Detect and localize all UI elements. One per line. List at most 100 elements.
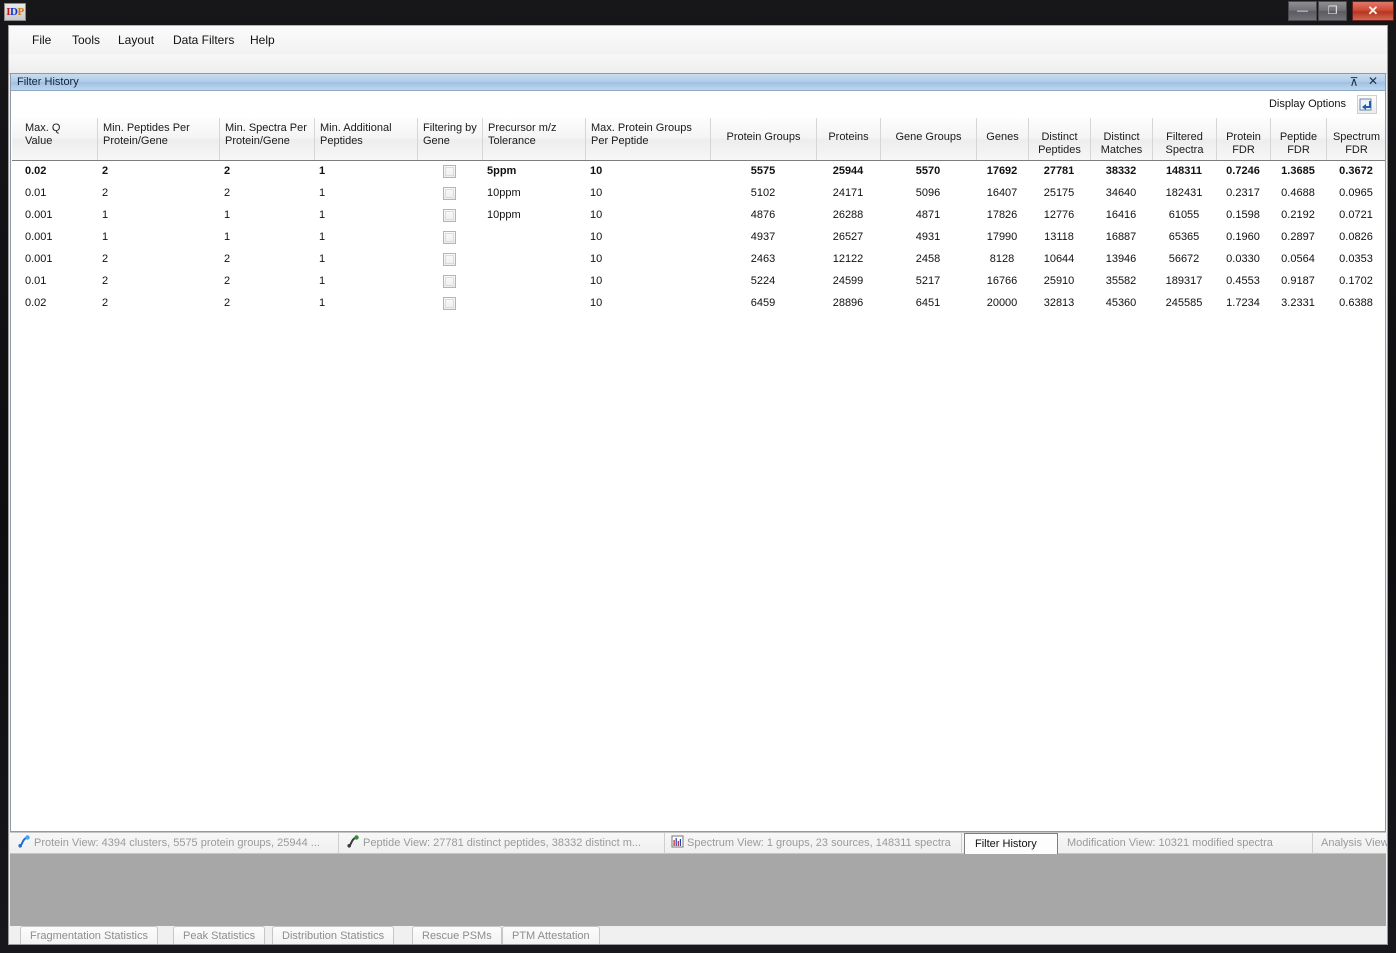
column-header[interactable]: Filtering by Gene [417,118,482,160]
table-cell: 3.2331 [1281,297,1315,309]
table-cell: 0.01 [25,187,47,199]
column-header[interactable]: Genes [976,118,1028,160]
filtering-by-gene-checkbox[interactable] [443,275,456,288]
filtering-by-gene-checkbox[interactable] [443,187,456,200]
display-options-label[interactable]: Display Options [1269,98,1346,110]
column-header[interactable]: Protein Groups [710,118,816,160]
table-cell: 5217 [915,275,941,287]
table-row[interactable]: 0.001 1 1 1 10ppm 10 4876 26288 4871 17826 12776 16… [12,205,1385,227]
view-tab[interactable]: Spectrum View: 1 groups, 23 sources, 148… [667,833,962,854]
table-cell: 1.7234 [1226,297,1260,309]
table-cell: 0.6388 [1339,297,1373,309]
table-cell: 1 [224,231,231,243]
table-cell: 16887 [1105,231,1137,243]
table-cell: 12776 [1043,209,1075,221]
table-row[interactable]: 0.02 2 2 1 5ppm 10 5575 25944 5570 17692 27781 3833… [12,161,1385,183]
table-cell: 56672 [1168,253,1200,265]
table-cell: 10644 [1043,253,1075,265]
column-header[interactable]: Protein FDR [1216,118,1270,160]
table-cell: 0.4688 [1281,187,1315,199]
table-cell: 1 [224,209,231,221]
view-tab[interactable]: Peptide View: 27781 distinct peptides, 3… [343,833,665,854]
panel-close-icon[interactable]: ✕ [1366,75,1380,89]
column-header[interactable]: Max. Protein Groups Per Peptide [585,118,710,160]
column-header[interactable]: Max. Q Value [20,118,97,160]
statistics-tab[interactable]: Peak Statistics [173,926,266,944]
column-header[interactable]: Min. Additional Peptides [314,118,417,160]
menu-item-file[interactable]: File [23,26,60,54]
close-window-button[interactable]: ✕ [1352,1,1394,21]
column-header[interactable]: Gene Groups [880,118,976,160]
statistics-tab-bar: Fragmentation Statistics Peak Statistics D… [10,926,1386,944]
filtering-by-gene-checkbox[interactable] [443,165,456,178]
column-header[interactable]: Spectrum FDR [1326,118,1385,160]
menu-item-help[interactable]: Help [241,26,284,54]
app-logo-icon: IDP [4,3,26,21]
menu-item-data-filters[interactable]: Data Filters [164,26,243,54]
column-header[interactable]: Distinct Matches [1090,118,1152,160]
statistics-tab[interactable]: Fragmentation Statistics [20,926,158,944]
table-cell: 2 [224,187,231,199]
table-row[interactable]: 0.001 2 2 1 10 2463 12122 2458 8128 10644 13946 566… [12,249,1385,271]
table-cell: 245585 [1165,297,1203,309]
table-cell: 0.3672 [1339,165,1373,177]
table-cell: 1.3685 [1281,165,1315,177]
filtering-by-gene-checkbox[interactable] [443,209,456,222]
table-cell: 2 [102,253,109,265]
table-cell: 2 [102,297,109,309]
filtering-by-gene-checkbox[interactable] [443,297,456,310]
menu-item-tools[interactable]: Tools [63,26,109,54]
table-cell: 2 [224,253,231,265]
toolbar-strip [9,54,1387,74]
view-tab[interactable]: Analysis View [1317,833,1387,854]
statistics-tab[interactable]: Rescue PSMs [412,926,502,944]
table-row[interactable]: 0.01 2 2 1 10ppm 10 5102 24171 5096 16407 25175 346… [12,183,1385,205]
table-cell [482,271,585,293]
filtering-by-gene-checkbox[interactable] [443,253,456,266]
table-cell: 0.4553 [1226,275,1260,287]
filter-history-grid: Max. Q Value Min. Peptides Per Protein/Ge… [12,118,1385,830]
panel-title: Filter History [17,76,79,88]
column-header[interactable]: Min. Peptides Per Protein/Gene [97,118,219,160]
logo-letter-p: P [17,6,25,18]
table-cell: 12122 [832,253,864,265]
table-cell [482,227,585,249]
table-cell: 10 [590,231,603,243]
pin-icon[interactable]: ⊼ [1347,75,1361,89]
statistics-tab[interactable]: PTM Attestation [502,926,600,944]
column-header[interactable]: Proteins [816,118,880,160]
refresh-arrow-icon[interactable] [1357,95,1377,114]
view-tab[interactable]: Filter History [964,833,1058,855]
column-header[interactable]: Filtered Spectra [1152,118,1216,160]
view-tab-label: Peptide View: 27781 distinct peptides, 3… [363,837,642,849]
column-header[interactable]: Distinct Peptides [1028,118,1090,160]
table-cell: 28896 [832,297,864,309]
panel-caption-bar: Filter History ⊼ ✕ [11,74,1385,91]
statistics-tab[interactable]: Distribution Statistics [272,926,395,944]
close-icon: ✕ [1367,3,1379,18]
minimize-button[interactable]: — [1288,1,1317,21]
table-cell: 4871 [915,209,941,221]
table-row[interactable]: 0.02 2 2 1 10 6459 28896 6451 20000 32813 45360 245… [12,293,1385,315]
table-cell: 45360 [1105,297,1137,309]
view-tab[interactable]: Modification View: 10321 modified spectr… [1063,833,1313,854]
table-cell: 0.0330 [1226,253,1260,265]
menu-item-layout[interactable]: Layout [109,26,163,54]
column-header[interactable]: Precursor m/z Tolerance [482,118,585,160]
application-window: IDP — ❐ ✕ File Tools Layout Data Filters Hel… [0,0,1396,953]
column-header[interactable]: Peptide FDR [1270,118,1326,160]
grid-header-row: Max. Q Value Min. Peptides Per Protein/Ge… [12,118,1385,161]
table-row[interactable]: 0.001 1 1 1 10 4937 26527 4931 17990 13118 16887 65… [12,227,1385,249]
table-cell: 0.7246 [1226,165,1260,177]
column-header[interactable]: Min. Spectra Per Protein/Gene [219,118,314,160]
table-row[interactable]: 0.01 2 2 1 10 5224 24599 5217 16766 25910 35582 189… [12,271,1385,293]
table-cell: 0.0965 [1339,187,1373,199]
table-cell: 20000 [986,297,1018,309]
table-cell: 1 [319,209,326,221]
table-cell: 0.001 [25,253,53,265]
maximize-button[interactable]: ❐ [1318,1,1347,21]
logo-letter-d: D [10,6,18,18]
protein-helix-icon [18,835,30,848]
filtering-by-gene-checkbox[interactable] [443,231,456,244]
view-tab[interactable]: Protein View: 4394 clusters, 5575 protei… [14,833,339,854]
